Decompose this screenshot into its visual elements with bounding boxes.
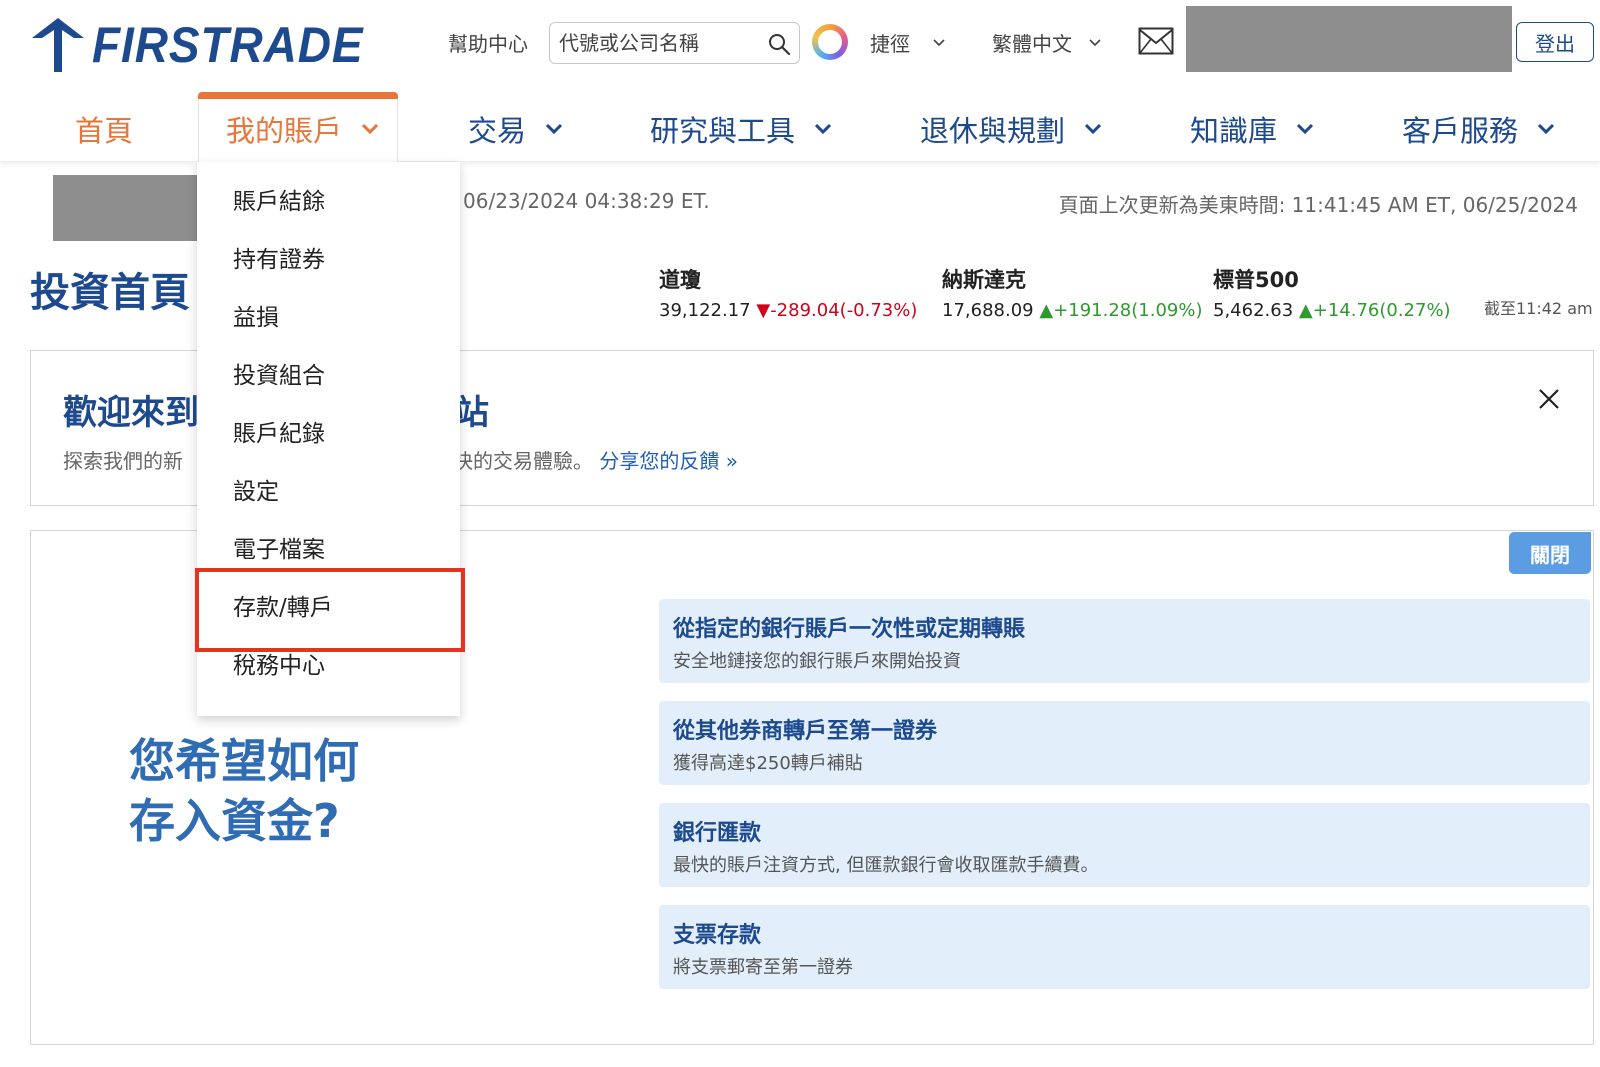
nav-item-label: 退休與規劃 <box>920 114 1066 148</box>
option-title: 從指定的銀行賬戶一次性或定期轉賬 <box>673 617 1026 642</box>
deposit-question: 您希望如何 存入資金? <box>129 731 359 851</box>
index-name: 納斯達克 <box>942 268 1026 292</box>
last-update-time: 頁面上次更新為美東時間: 11:41:45 AM ET, 06/25/2024 <box>1058 193 1578 217</box>
close-icon[interactable] <box>1537 387 1561 411</box>
nav-item-label: 客戶服務 <box>1402 114 1519 148</box>
redacted-user-info <box>53 175 213 241</box>
shortcuts-label: 捷徑 <box>870 32 910 56</box>
search-icon[interactable] <box>767 32 791 56</box>
welcome-title-start: 歡迎來到 <box>63 393 199 433</box>
option-desc: 獲得高達$250轉戶補貼 <box>673 753 863 774</box>
nav-item-knowledge[interactable]: 知識庫 <box>1190 108 1315 150</box>
nav-item-customer-service[interactable]: 客戶服務 <box>1402 108 1556 150</box>
chevron-down-icon <box>545 123 563 135</box>
last-login-time: 06/23/2024 04:38:29 ET. <box>463 189 710 213</box>
menu-item-account-history[interactable]: 賬戶紀錄 <box>233 414 325 448</box>
logo-text: FIRSTRADE <box>92 17 364 73</box>
nav-item-research[interactable]: 研究與工具 <box>650 108 833 150</box>
nav-item-home[interactable]: 首頁 <box>75 108 133 150</box>
logo-arrow-icon <box>32 18 84 72</box>
index-change: +191.28(1.09%) <box>1053 300 1203 321</box>
close-panel-button[interactable]: 關閉 <box>1509 532 1591 574</box>
down-arrow-icon: ▼ <box>756 300 771 321</box>
index-value: 39,122.17 <box>659 300 751 321</box>
chevron-down-icon <box>814 123 832 135</box>
index-value: 17,688.09 <box>942 300 1034 321</box>
index-name: 標普500 <box>1213 268 1299 292</box>
option-title: 支票存款 <box>673 923 762 948</box>
mail-icon[interactable] <box>1138 27 1174 55</box>
up-arrow-icon: ▲ <box>1298 300 1313 321</box>
chevron-down-icon <box>1296 123 1314 135</box>
search-input[interactable] <box>559 31 759 55</box>
help-center-link[interactable]: 幫助中心 <box>448 28 528 57</box>
index-change: +14.76(0.27%) <box>1312 300 1451 321</box>
deposit-question-line1: 您希望如何 <box>129 734 359 788</box>
language-dropdown[interactable]: 繁體中文 <box>992 28 1102 57</box>
chevron-down-icon <box>1537 123 1555 135</box>
menu-item-deposit-transfer[interactable]: 存款/轉戶 <box>233 588 333 622</box>
nav-item-label: 首頁 <box>75 114 134 148</box>
deposit-option-wire[interactable]: 銀行匯款 最快的賬戶注資方式, 但匯款銀行會收取匯款手續費。 <box>659 803 1590 887</box>
option-title: 從其他券商轉戶至第一證券 <box>673 719 938 744</box>
nav-item-retirement[interactable]: 退休與規劃 <box>920 108 1103 150</box>
deposit-option-bank-transfer[interactable]: 從指定的銀行賬戶一次性或定期轉賬 安全地鏈接您的銀行賬戶來開始投資 <box>659 599 1590 683</box>
index-value: 5,462.63 <box>1213 300 1294 321</box>
option-desc: 最快的賬戶注資方式, 但匯款銀行會收取匯款手續費。 <box>673 855 1099 876</box>
menu-item-e-documents[interactable]: 電子檔案 <box>233 530 325 564</box>
nav-item-my-account[interactable]: 我的賬戶 <box>198 99 398 163</box>
nav-item-trade[interactable]: 交易 <box>468 108 564 150</box>
welcome-title-end: 站 <box>455 393 489 433</box>
logout-button[interactable]: 登出 <box>1516 22 1594 62</box>
menu-item-gain-loss[interactable]: 益損 <box>233 298 279 332</box>
menu-item-account-balance[interactable]: 賬戶結餘 <box>233 182 325 216</box>
menu-item-positions[interactable]: 持有證券 <box>233 240 325 274</box>
menu-item-portfolio[interactable]: 投資組合 <box>233 356 325 390</box>
firstrade-logo[interactable]: FIRSTRADE <box>28 16 387 74</box>
share-feedback-link[interactable]: 分享您的反饋 » <box>599 449 738 473</box>
option-desc: 安全地鏈接您的銀行賬戶來開始投資 <box>673 651 961 672</box>
welcome-text-start: 探索我們的新 <box>63 449 183 473</box>
menu-item-settings[interactable]: 設定 <box>233 472 279 506</box>
deposit-option-broker-transfer[interactable]: 從其他券商轉戶至第一證券 獲得高達$250轉戶補貼 <box>659 701 1590 785</box>
language-label: 繁體中文 <box>992 32 1072 56</box>
index-nasdaq[interactable]: 納斯達克 17,688.09 ▲+191.28(1.09%) <box>942 264 1202 321</box>
index-change: -289.04(-0.73%) <box>770 300 918 321</box>
shortcuts-dropdown[interactable]: 捷徑 <box>870 28 946 57</box>
up-arrow-icon: ▲ <box>1039 300 1054 321</box>
nav-item-label: 知識庫 <box>1190 114 1278 148</box>
redacted-account-info <box>1186 6 1512 72</box>
nav-item-label: 我的賬戶 <box>226 114 343 148</box>
chevron-down-icon <box>361 123 379 135</box>
symbol-search <box>549 22 800 64</box>
option-desc: 將支票郵寄至第一證券 <box>673 957 853 978</box>
deposit-question-line2: 存入資金? <box>129 794 340 848</box>
index-sp500[interactable]: 標普500 5,462.63 ▲+14.76(0.27%) <box>1213 264 1451 321</box>
deposit-option-check[interactable]: 支票存款 將支票郵寄至第一證券 <box>659 905 1590 989</box>
page-title: 投資首頁 <box>30 270 190 316</box>
my-account-tab: 我的賬戶 <box>226 108 380 150</box>
option-title: 銀行匯款 <box>673 821 762 846</box>
nav-item-label: 交易 <box>468 114 527 148</box>
index-dow[interactable]: 道瓊 39,122.17 ▼-289.04(-0.73%) <box>659 264 917 321</box>
chevron-down-icon <box>1089 38 1101 46</box>
menu-item-tax-center[interactable]: 稅務中心 <box>233 646 325 680</box>
chevron-down-icon <box>933 38 945 46</box>
ai-assistant-icon[interactable] <box>812 24 848 60</box>
nav-item-label: 研究與工具 <box>650 114 796 148</box>
chevron-down-icon <box>1084 123 1102 135</box>
index-name: 道瓊 <box>659 268 701 292</box>
market-as-of: 截至11:42 am <box>1484 299 1593 318</box>
my-account-dropdown-menu: 賬戶結餘 持有證券 益損 投資組合 賬戶紀錄 設定 電子檔案 存款/轉戶 稅務中… <box>197 162 460 716</box>
